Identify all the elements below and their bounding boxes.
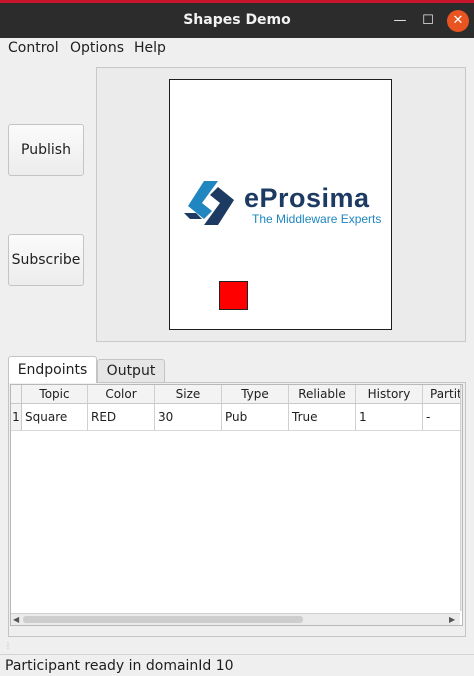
column-size[interactable]: Size — [155, 385, 222, 403]
tab-output[interactable]: Output — [97, 359, 165, 382]
shapes-canvas[interactable]: eProsima The Middleware Experts — [169, 79, 392, 330]
column-color[interactable]: Color — [88, 385, 155, 403]
cell-partition: - — [423, 404, 462, 430]
cell-reliable: True — [289, 404, 356, 430]
subscribe-button[interactable]: Subscribe — [8, 234, 84, 286]
menu-options[interactable]: Options — [70, 40, 124, 56]
horizontal-scroll-thumb[interactable] — [23, 616, 303, 623]
vertical-scrollbar[interactable]: ▲ ▼ — [460, 385, 462, 611]
cell-size: 30 — [155, 404, 222, 430]
cell-color: RED — [88, 404, 155, 430]
column-reliable[interactable]: Reliable — [289, 385, 356, 403]
cell-topic: Square — [22, 404, 88, 430]
column-type[interactable]: Type — [222, 385, 289, 403]
endpoints-table[interactable]: Topic Color Size Type Reliable History P… — [10, 384, 463, 626]
maximize-icon[interactable]: ☐ — [418, 11, 438, 31]
cell-type: Pub — [222, 404, 289, 430]
window-titlebar: Shapes Demo — ☐ ✕ — [0, 0, 474, 38]
splitter-handle[interactable]: ⋮ — [4, 641, 13, 650]
table-header: Topic Color Size Type Reliable History P… — [11, 385, 462, 404]
column-history[interactable]: History — [356, 385, 423, 403]
column-partition[interactable]: Partiti — [423, 385, 462, 403]
logo-wordmark: eProsima — [244, 183, 370, 213]
horizontal-scrollbar[interactable]: ◀ ▶ — [11, 613, 460, 625]
menu-help[interactable]: Help — [134, 40, 166, 56]
menubar: Control Options Help — [0, 38, 474, 60]
minimize-icon[interactable]: — — [390, 11, 410, 31]
menu-control[interactable]: Control — [8, 40, 59, 56]
table-corner — [11, 385, 22, 404]
red-square-shape — [219, 281, 248, 310]
column-topic[interactable]: Topic — [22, 385, 88, 403]
logo-tagline: The Middleware Experts — [252, 212, 382, 226]
close-icon[interactable]: ✕ — [447, 10, 469, 32]
eprosima-logo-icon — [184, 181, 234, 225]
scroll-right-icon[interactable]: ▶ — [449, 615, 455, 624]
scroll-left-icon[interactable]: ◀ — [13, 615, 19, 624]
tab-endpoints[interactable]: Endpoints — [8, 356, 97, 383]
publish-button[interactable]: Publish — [8, 124, 84, 176]
status-bar: Participant ready in domainId 10 — [0, 654, 474, 676]
table-row[interactable]: Square RED 30 Pub True 1 - — [11, 404, 462, 431]
status-text: Participant ready in domainId 10 — [5, 658, 234, 674]
cell-history: 1 — [356, 404, 423, 430]
